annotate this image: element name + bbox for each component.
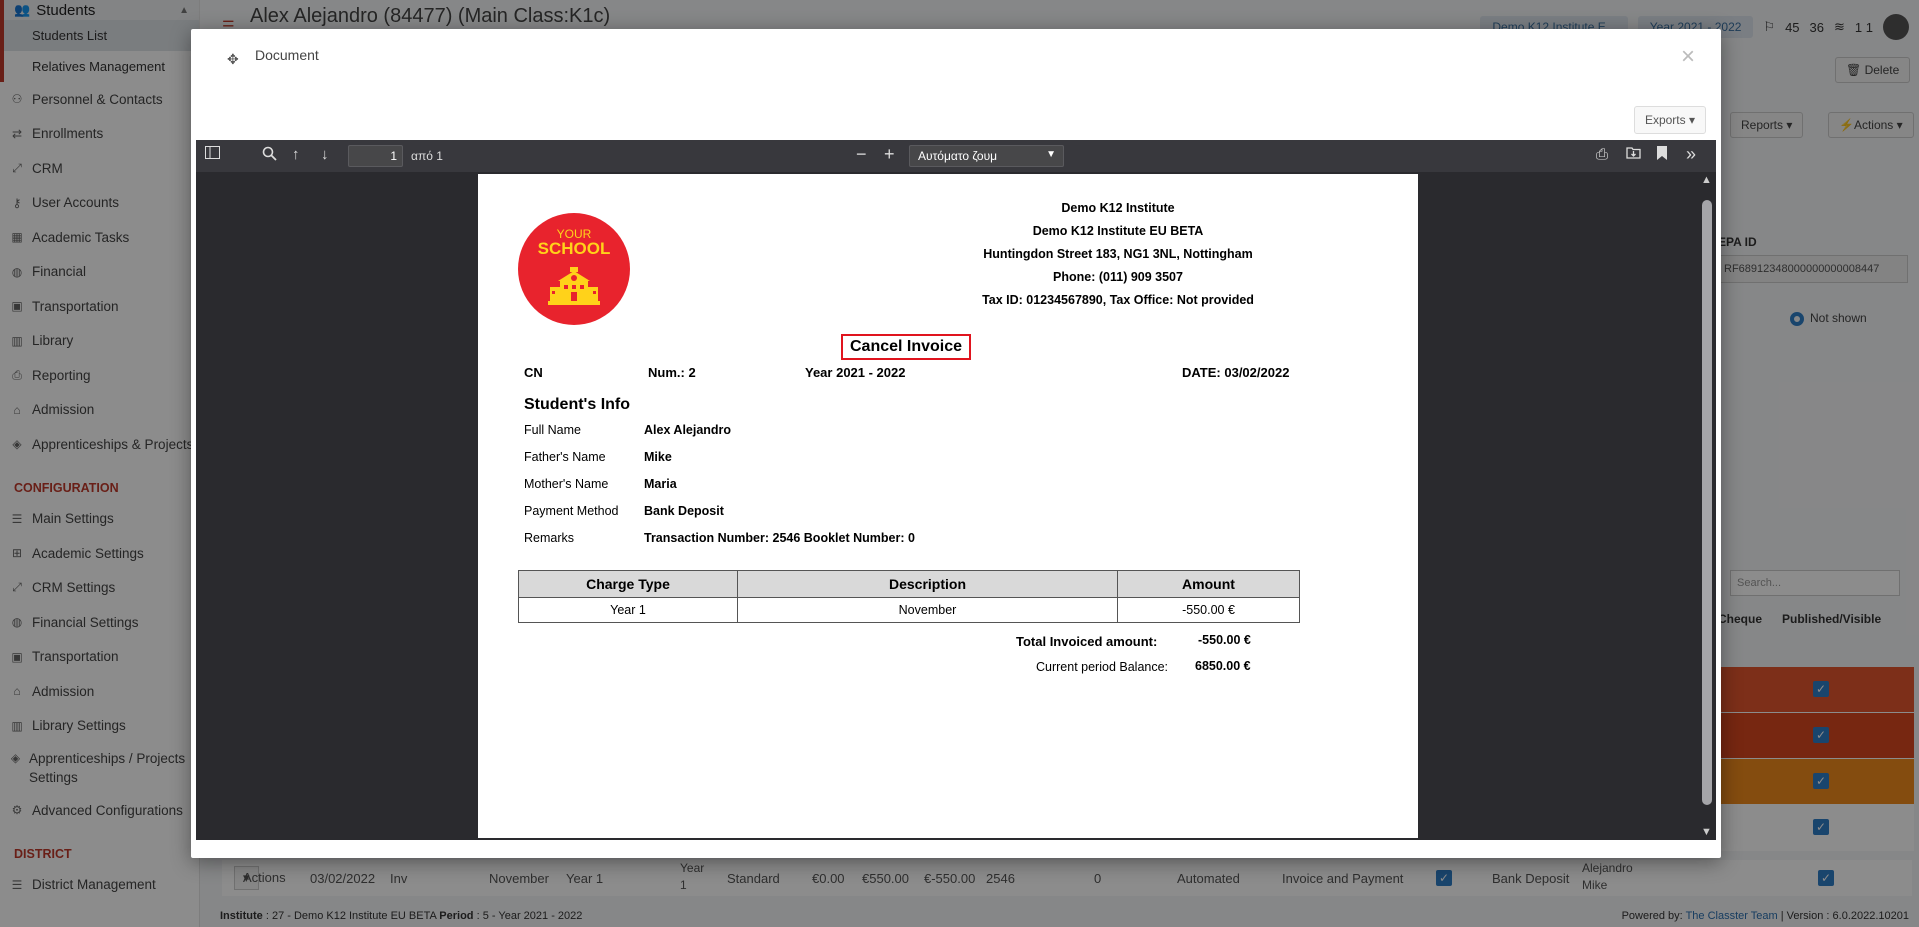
modal-header: ✥ Document ×	[191, 29, 1721, 89]
info-value: Maria	[644, 477, 677, 491]
scroll-down-icon[interactable]: ▼	[1701, 826, 1712, 838]
cell-amount: -550.00 €	[1117, 597, 1300, 623]
arrow-down-icon[interactable]: ↓	[321, 146, 329, 163]
charges-table: Charge Type Description Amount Year 1 No…	[518, 570, 1300, 623]
pdf-page: YOUR SCHOOL Demo K12 Institute Demo K12 …	[478, 174, 1418, 838]
document-title: Cancel Invoice	[841, 334, 972, 360]
close-icon[interactable]: ×	[1681, 43, 1695, 71]
modal-title: Document	[255, 47, 319, 63]
pdf-viewer: ↑ ↓ από 1 − + Αυτόματο ζουμ ▼ ⎙ » ▲ ▼	[196, 140, 1716, 840]
download-icon[interactable]	[1626, 146, 1641, 163]
doc-date: DATE: 03/02/2022	[1182, 365, 1290, 380]
col-charge-type: Charge Type	[518, 570, 738, 598]
info-value: Transaction Number: 2546 Booklet Number:…	[644, 531, 915, 545]
scroll-up-icon[interactable]: ▲	[1701, 174, 1712, 186]
exports-button[interactable]: Exports ▾	[1633, 106, 1706, 134]
total-value: -550.00 €	[1198, 633, 1251, 647]
search-icon[interactable]	[262, 146, 277, 165]
info-value: Bank Deposit	[644, 504, 724, 518]
info-label: Payment Method	[524, 504, 619, 518]
school-building-icon	[548, 267, 600, 305]
zoom-select[interactable]: Αυτόματο ζουμ ▼	[909, 145, 1064, 167]
institute-subname: Demo K12 Institute EU BETA	[1032, 224, 1204, 238]
info-label: Remarks	[524, 531, 575, 545]
col-description: Description	[737, 570, 1118, 598]
info-label: Mother's Name	[524, 477, 609, 491]
info-label: Full Name	[524, 423, 581, 437]
total-label: Total Invoiced amount:	[1016, 634, 1158, 649]
logo-text-main: SCHOOL	[537, 239, 611, 258]
col-amount: Amount	[1117, 570, 1300, 598]
tools-menu-icon[interactable]: »	[1686, 144, 1696, 165]
school-logo: YOUR SCHOOL	[518, 213, 630, 325]
cell-description: November	[737, 597, 1118, 623]
balance-value: 6850.00 €	[1195, 659, 1251, 673]
institute-phone: Phone: (011) 909 3507	[1053, 270, 1183, 284]
print-icon[interactable]: ⎙	[1596, 146, 1608, 163]
info-label: Father's Name	[524, 450, 606, 464]
move-icon[interactable]: ✥	[227, 51, 239, 68]
chevron-down-icon: ▼	[1046, 149, 1056, 160]
page-number-input[interactable]	[348, 145, 403, 167]
arrow-up-icon[interactable]: ↑	[292, 146, 300, 163]
zoom-out-icon[interactable]: −	[856, 144, 867, 165]
pdf-toolbar: ↑ ↓ από 1 − + Αυτόματο ζουμ ▼ ⎙ »	[196, 140, 1716, 172]
doc-year: Year 2021 - 2022	[805, 365, 906, 380]
table-row: Year 1 November -550.00 €	[518, 597, 1300, 623]
info-value: Mike	[644, 450, 672, 464]
students-info-heading: Student's Info	[524, 396, 631, 413]
document-modal: ✥ Document × Exports ▾ ↑ ↓ από 1 − + Αυτ…	[191, 29, 1721, 858]
scroll-thumb[interactable]	[1702, 200, 1712, 805]
pdf-scrollbar[interactable]: ▲ ▼	[1698, 172, 1716, 840]
table-header-row: Charge Type Description Amount	[518, 570, 1300, 598]
institute-name: Demo K12 Institute	[1061, 201, 1175, 215]
sidebar-toggle-icon[interactable]	[205, 146, 220, 163]
institute-address: Huntingdon Street 183, NG1 3NL, Nottingh…	[983, 247, 1253, 261]
doc-series: CN	[524, 365, 543, 380]
info-value: Alex Alejandro	[644, 423, 732, 437]
doc-number: Num.: 2	[648, 365, 696, 380]
balance-label: Current period Balance:	[1036, 660, 1169, 674]
zoom-in-icon[interactable]: +	[884, 144, 895, 165]
bookmark-icon[interactable]	[1657, 146, 1667, 164]
institute-tax: Tax ID: 01234567890, Tax Office: Not pro…	[982, 293, 1254, 307]
page-count: από 1	[411, 149, 443, 163]
cell-charge-type: Year 1	[518, 597, 738, 623]
